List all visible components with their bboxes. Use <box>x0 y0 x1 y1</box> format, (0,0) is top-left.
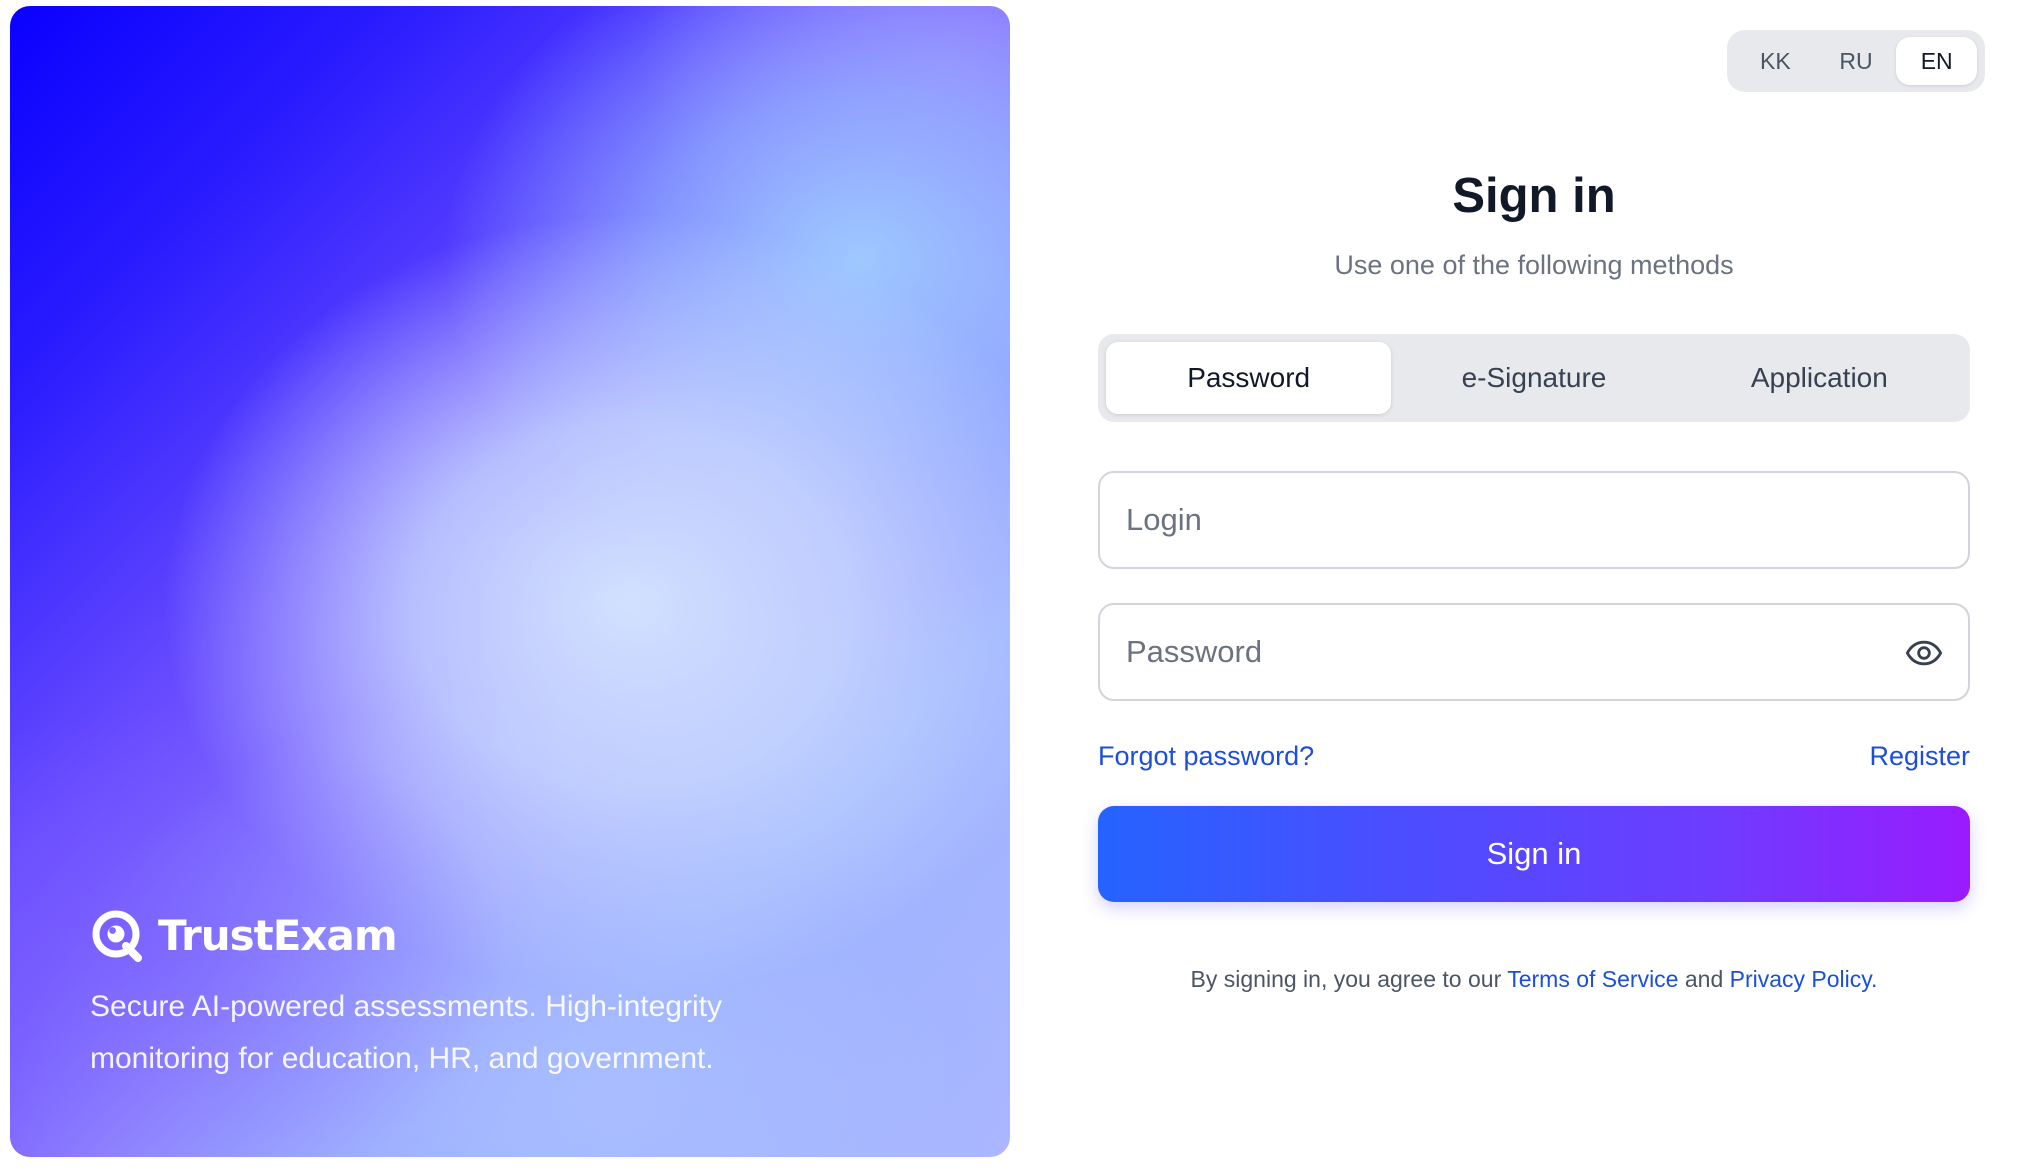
register-link[interactable]: Register <box>1869 741 1970 772</box>
language-option-kk[interactable]: KK <box>1735 37 1816 85</box>
login-input[interactable] <box>1100 473 1968 567</box>
page-subtitle: Use one of the following methods <box>1334 250 1734 280</box>
signin-page: TrustExam Secure AI-powered assessments.… <box>0 0 2018 1174</box>
language-option-ru[interactable]: RU <box>1816 37 1897 85</box>
trustexam-logo-icon <box>92 910 142 962</box>
forgot-password-link[interactable]: Forgot password? <box>1098 741 1314 772</box>
password-input[interactable] <box>1100 605 1968 699</box>
terms-of-service-link[interactable]: Terms of Service <box>1507 966 1678 992</box>
legal-notice: By signing in, you agree to our Terms of… <box>1098 966 1970 993</box>
tab-e-signature[interactable]: e-Signature <box>1391 342 1676 414</box>
sign-in-button[interactable]: Sign in <box>1098 806 1970 902</box>
privacy-policy-link[interactable]: Privacy Policy. <box>1730 966 1878 992</box>
brand-name: TrustExam <box>158 910 398 960</box>
form-links: Forgot password? Register <box>1098 736 1970 776</box>
language-option-en[interactable]: EN <box>1896 37 1978 85</box>
language-switcher: KK RU EN <box>1727 30 1985 92</box>
brand-tagline: Secure AI-powered assessments. High-inte… <box>90 990 722 1075</box>
page-title: Sign in <box>1452 169 1616 223</box>
tab-application[interactable]: Application <box>1677 342 1962 414</box>
legal-prefix: By signing in, you agree to our <box>1190 966 1508 992</box>
login-field <box>1098 471 1970 569</box>
auth-method-tabs: Password e-Signature Application <box>1098 334 1970 422</box>
eye-icon[interactable] <box>1904 633 1944 673</box>
tab-password[interactable]: Password <box>1106 342 1392 414</box>
brand: TrustExam <box>90 908 398 962</box>
hero-panel: TrustExam Secure AI-powered assessments.… <box>10 6 1010 1157</box>
password-field <box>1098 603 1970 701</box>
legal-middle: and <box>1678 966 1730 992</box>
